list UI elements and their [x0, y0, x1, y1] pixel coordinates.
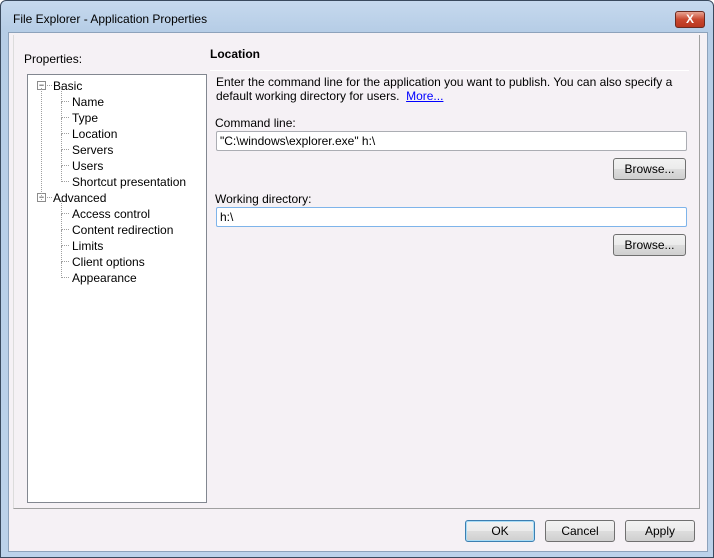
tree-connector [61, 86, 62, 102]
tree-item-location[interactable]: Location [72, 127, 117, 141]
tree-item-shortcut-presentation[interactable]: Shortcut presentation [72, 175, 186, 189]
dialog-body: Properties: − Basic Name Type Location Server… [8, 32, 708, 552]
tree-connector [61, 150, 62, 166]
tree-connector [61, 102, 62, 118]
section-description-2: default working directory for users. [216, 89, 400, 103]
tree-connector [61, 262, 62, 278]
tree-connector [61, 165, 69, 166]
tree-connector [61, 101, 69, 102]
tree-connector [61, 133, 69, 134]
tree-connector [61, 166, 62, 182]
tree-connector [61, 214, 62, 230]
close-button[interactable]: X [675, 11, 705, 28]
tree-connector [61, 134, 62, 150]
properties-label: Properties: [24, 52, 83, 66]
tree-item-client-options[interactable]: Client options [72, 255, 145, 269]
working-directory-input[interactable]: h:\ [216, 207, 687, 227]
properties-tree[interactable]: − Basic Name Type Location Servers Users Shortc… [27, 74, 207, 503]
tree-connector [61, 246, 62, 262]
dialog-window: File Explorer - Application Properties X… [0, 0, 714, 558]
tree-connector [61, 149, 69, 150]
tree-item-name[interactable]: Name [72, 95, 104, 109]
window-title: File Explorer - Application Properties [13, 12, 208, 26]
tree-connector [61, 230, 62, 246]
content-panel: Properties: − Basic Name Type Location Server… [13, 35, 700, 509]
section-description-1: Enter the command line for the applicati… [216, 75, 673, 89]
tree-connector [61, 181, 69, 182]
tree-connector [61, 245, 69, 246]
tree-item-limits[interactable]: Limits [72, 239, 103, 253]
command-line-input[interactable]: "C:\windows\explorer.exe" h:\ [216, 131, 687, 151]
tree-connector [61, 117, 69, 118]
tree-item-access-control[interactable]: Access control [72, 207, 150, 221]
command-line-label: Command line: [215, 116, 296, 130]
working-directory-label: Working directory: [215, 192, 312, 206]
section-divider [210, 70, 689, 71]
close-icon: X [685, 12, 694, 26]
command-line-browse-button[interactable]: Browse... [613, 158, 686, 180]
working-directory-browse-button[interactable]: Browse... [613, 234, 686, 256]
tree-connector [61, 261, 69, 262]
ok-button[interactable]: OK [465, 520, 535, 542]
apply-button[interactable]: Apply [625, 520, 695, 542]
tree-item-type[interactable]: Type [72, 111, 98, 125]
tree-connector [61, 198, 62, 214]
tree-connector [61, 277, 69, 278]
tree-item-basic[interactable]: Basic [53, 79, 82, 93]
tree-connector [41, 88, 42, 200]
tree-item-appearance[interactable]: Appearance [72, 271, 137, 285]
tree-item-content-redirection[interactable]: Content redirection [72, 223, 173, 237]
tree-connector [61, 229, 69, 230]
more-link[interactable]: More... [406, 89, 443, 103]
tree-connector [47, 85, 52, 86]
tree-item-users[interactable]: Users [72, 159, 103, 173]
tree-item-servers[interactable]: Servers [72, 143, 113, 157]
section-title: Location [210, 47, 260, 61]
cancel-button[interactable]: Cancel [545, 520, 615, 542]
tree-connector [61, 213, 69, 214]
tree-connector [61, 118, 62, 134]
tree-connector [47, 197, 52, 198]
